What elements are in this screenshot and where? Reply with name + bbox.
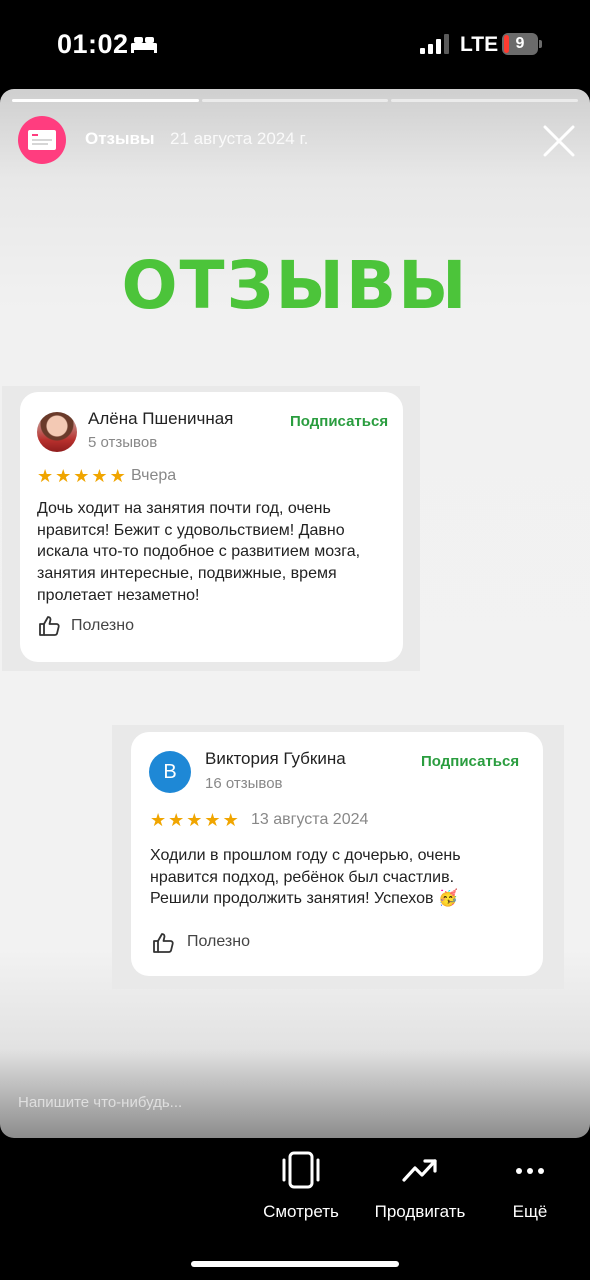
story-progress-segment	[12, 99, 199, 102]
rating-stars: ★ ★ ★ ★ ★	[150, 811, 239, 829]
avatar	[37, 412, 77, 452]
star-icon: ★	[109, 466, 126, 486]
review-text-line: нравится подход, ребёнок был счастлив.	[150, 868, 455, 886]
bed-icon	[131, 37, 157, 53]
subscribe-button[interactable]: Подписаться	[290, 413, 388, 430]
review-text-line: Ходили в прошлом году с дочерью, очень	[150, 847, 461, 864]
story-card[interactable]: Отзывы 21 августа 2024 г. ОТЗЫВЫ Алёна П…	[0, 89, 590, 1138]
status-time: 01:02	[57, 29, 129, 59]
star-icon: ★	[55, 466, 72, 486]
review-card: В Виктория Губкина 16 отзывов Подписатьс…	[131, 732, 543, 976]
review-text-line: пролетает незаметно!	[37, 586, 200, 604]
thumbs-up-icon[interactable]	[38, 614, 62, 638]
home-indicator[interactable]	[191, 1261, 399, 1267]
thumbs-up-icon[interactable]	[152, 931, 176, 955]
review-card: Алёна Пшеничная 5 отзывов Подписаться ★ ★…	[20, 392, 403, 662]
helpful-button[interactable]: Полезно	[71, 617, 134, 635]
reviewer-name: Алёна Пшеничная	[88, 409, 234, 428]
star-icon: ★	[168, 810, 185, 830]
review-screenshot: В Виктория Губкина 16 отзывов Подписатьс…	[112, 725, 564, 989]
star-icon: ★	[150, 810, 167, 830]
review-date: 13 августа 2024	[251, 811, 369, 828]
promote-label: Продвигать	[374, 1202, 466, 1221]
story-progress	[12, 99, 579, 103]
message-input[interactable]: Напишите что-нибудь...	[18, 1094, 182, 1111]
close-icon[interactable]	[542, 124, 576, 158]
network-type: LTE	[460, 33, 499, 56]
star-icon: ★	[37, 466, 54, 486]
reviewer-review-count: 16 отзывов	[205, 775, 283, 792]
review-text-line: искала что-то подобное с развитием мозга…	[37, 543, 361, 561]
rating-stars: ★ ★ ★ ★ ★	[37, 467, 126, 485]
story-progress-segment	[391, 99, 579, 102]
star-icon: ★	[204, 810, 221, 830]
reviewer-name: Виктория Губкина	[205, 749, 346, 768]
promote-button[interactable]: Продвигать	[360, 1150, 480, 1222]
review-text: Ходили в прошлом году с дочерью, очень нр…	[150, 845, 535, 910]
review-text-line: нравится! Бежит с удовольствием! Давно	[37, 521, 345, 539]
avatar: В	[149, 751, 191, 793]
preview-button[interactable]: Смотреть	[241, 1150, 361, 1222]
star-icon: ★	[186, 810, 203, 830]
star-icon: ★	[222, 810, 239, 830]
review-text-line: Решили продолжить занятия! Успехов 🥳	[150, 890, 458, 908]
helpful-button[interactable]: Полезно	[187, 933, 250, 951]
review-text-line: занятия интересные, подвижные, время	[37, 565, 337, 583]
preview-icon	[282, 1151, 320, 1189]
review-date: Вчера	[131, 467, 177, 484]
review-text-line: Дочь ходит на занятия почти год, очень	[37, 500, 331, 517]
review-screenshot: Алёна Пшеничная 5 отзывов Подписаться ★ ★…	[2, 386, 420, 671]
preview-label: Смотреть	[263, 1202, 339, 1221]
status-bar: 01:02 LTE 9	[0, 0, 590, 90]
more-button[interactable]: Ещё	[470, 1150, 590, 1222]
trending-up-icon	[402, 1159, 437, 1182]
subscribe-button[interactable]: Подписаться	[421, 753, 519, 770]
story-date: 21 августа 2024 г.	[170, 129, 309, 148]
story-headline: ОТЗЫВЫ	[121, 247, 469, 324]
story-progress-segment	[201, 99, 389, 102]
star-icon: ★	[91, 466, 108, 486]
star-icon: ★	[73, 466, 90, 486]
review-text: Дочь ходит на занятия почти год, очень нр…	[37, 498, 397, 607]
more-icon	[516, 1168, 544, 1174]
story-author[interactable]: Отзывы	[85, 129, 155, 149]
battery-icon: 9	[502, 33, 542, 55]
story-avatar[interactable]	[18, 116, 66, 164]
more-label: Ещё	[512, 1202, 548, 1221]
reviewer-review-count: 5 отзывов	[88, 434, 158, 451]
story-header: Отзывы 21 августа 2024 г.	[18, 116, 578, 164]
signal-icon	[420, 34, 449, 54]
battery-level: 9	[515, 35, 525, 52]
